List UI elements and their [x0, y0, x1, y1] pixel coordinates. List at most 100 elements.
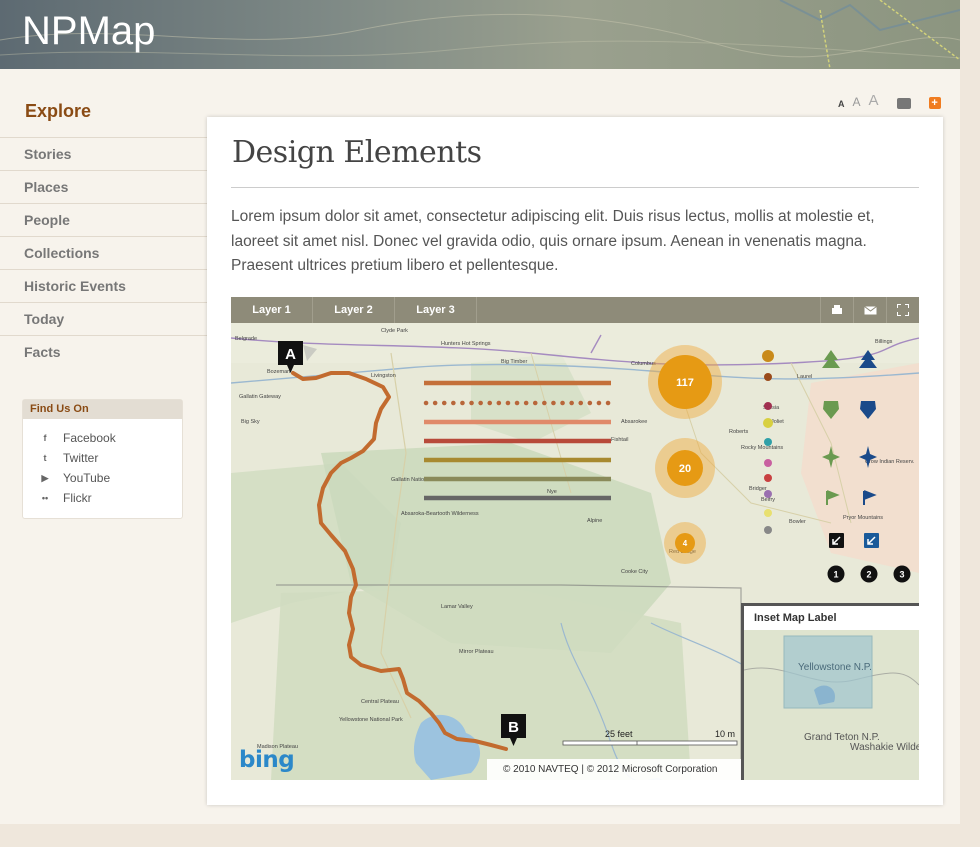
- cluster-count: 117: [676, 377, 694, 389]
- sidebar-item-people[interactable]: People: [0, 203, 207, 236]
- inset-map-label: Inset Map Label: [754, 612, 837, 624]
- social-links: f Facebook t Twitter ▶ YouTube •• Flickr: [23, 419, 182, 508]
- social-label: Facebook: [63, 431, 116, 445]
- scale-label-feet: 25 feet: [605, 729, 633, 739]
- numbered-marker-2[interactable]: 2: [860, 565, 878, 583]
- find-us-title: Find Us On: [23, 400, 182, 419]
- place-label: Alpine: [587, 518, 602, 524]
- dot-marker[interactable]: [764, 459, 772, 467]
- content-card: Design Elements Lorem ipsum dolor sit am…: [207, 117, 943, 805]
- site-header: NPMap: [0, 0, 960, 69]
- sidebar-item-facts[interactable]: Facts: [0, 335, 207, 368]
- place-label: Big Sky: [241, 419, 260, 425]
- place-label: Fishtail: [611, 437, 628, 443]
- place-label: Gallatin Gateway: [239, 394, 281, 400]
- dot-marker[interactable]: [762, 350, 774, 362]
- numbered-marker-1[interactable]: 1: [827, 565, 845, 583]
- social-link-facebook[interactable]: f Facebook: [39, 428, 182, 448]
- twitter-icon: t: [43, 453, 47, 463]
- tab-layer-3[interactable]: Layer 3: [395, 297, 477, 323]
- sidebar-item-collections[interactable]: Collections: [0, 236, 207, 269]
- scale-labels: 25 feet 10 m: [563, 729, 737, 749]
- cluster-marker-4[interactable]: 4: [664, 522, 706, 564]
- sidebar-item-places[interactable]: Places: [0, 170, 207, 203]
- place-label: Nye: [547, 489, 557, 495]
- marker-number: 3: [899, 570, 904, 580]
- dot-marker[interactable]: [764, 490, 772, 498]
- sidebar-item-stories[interactable]: Stories: [0, 137, 207, 170]
- page-title: Design Elements: [232, 135, 482, 170]
- dot-marker[interactable]: [764, 438, 772, 446]
- place-label: Crow Indian Reserv.: [865, 459, 915, 465]
- page-body: Explore Stories Places People Collection…: [0, 69, 960, 824]
- social-link-twitter[interactable]: t Twitter: [39, 448, 182, 468]
- flickr-icon: ••: [41, 493, 49, 503]
- pin-label: B: [508, 719, 519, 736]
- tab-layer-1[interactable]: Layer 1: [231, 297, 313, 323]
- sidebar-item-today[interactable]: Today: [0, 302, 207, 335]
- site-logo[interactable]: NPMap: [22, 9, 155, 54]
- cluster-marker-20[interactable]: 20: [655, 438, 715, 498]
- place-label: Clyde Park: [381, 328, 408, 334]
- fullscreen-icon[interactable]: [886, 297, 919, 323]
- page-footer-background: [0, 824, 980, 847]
- map-toolbar: Layer 1 Layer 2 Layer 3: [231, 297, 919, 323]
- place-label: Rocky Mountains: [741, 445, 783, 451]
- dot-marker[interactable]: [764, 474, 772, 482]
- place-label: Mirror Plateau: [459, 649, 494, 655]
- numbered-marker-3[interactable]: 3: [893, 565, 911, 583]
- title-divider: [231, 187, 919, 188]
- print-icon[interactable]: [896, 98, 911, 109]
- place-label: Roberts: [729, 429, 749, 435]
- dot-marker[interactable]: [764, 509, 772, 517]
- place-label: Cooke City: [621, 569, 648, 575]
- place-label: Joliet: [771, 419, 784, 425]
- inset-place-label: Washakie Wilderness: [850, 742, 919, 753]
- place-label: Belgrade: [235, 336, 257, 342]
- social-label: YouTube: [63, 471, 111, 485]
- find-us-box: Find Us On f Facebook t Twitter ▶ YouTub…: [22, 399, 183, 519]
- social-link-youtube[interactable]: ▶ YouTube: [39, 468, 182, 488]
- sidebar-title[interactable]: Explore: [25, 101, 91, 122]
- font-size-large-button[interactable]: A: [869, 92, 879, 109]
- place-label: Livingston: [371, 373, 396, 379]
- dot-marker[interactable]: [764, 526, 772, 534]
- inset-place-label: Yellowstone N.P.: [798, 662, 872, 673]
- dot-marker[interactable]: [764, 402, 772, 410]
- dot-marker[interactable]: [764, 373, 772, 381]
- arrow-marker-black-icon[interactable]: [829, 533, 844, 548]
- place-label: Yellowstone National Park: [339, 717, 403, 723]
- place-label: Bozeman: [267, 369, 290, 375]
- social-link-flickr[interactable]: •• Flickr: [39, 488, 182, 508]
- youtube-icon: ▶: [41, 472, 49, 483]
- social-label: Flickr: [63, 491, 92, 505]
- map-widget[interactable]: Layer 1 Layer 2 Layer 3 Belgrade Bozeman…: [231, 297, 919, 780]
- place-label: Absarokee: [621, 419, 647, 425]
- mail-icon[interactable]: [853, 297, 886, 323]
- social-label: Twitter: [63, 451, 99, 465]
- tab-layer-2[interactable]: Layer 2: [313, 297, 395, 323]
- scale-label-meters: 10 m: [714, 729, 735, 739]
- facebook-icon: f: [43, 433, 47, 443]
- font-size-small-button[interactable]: A: [838, 99, 845, 109]
- dot-marker[interactable]: [763, 418, 773, 428]
- pin-label: A: [285, 346, 296, 363]
- place-label: Big Timber: [501, 359, 527, 365]
- map-attribution: © 2010 NAVTEQ | © 2012 Microsoft Corpora…: [487, 759, 741, 780]
- arrow-marker-blue-icon[interactable]: [864, 533, 879, 548]
- inset-map[interactable]: Inset Map Label Yellowstone N.P. Grand T…: [741, 603, 919, 780]
- font-size-medium-button[interactable]: A: [853, 95, 861, 109]
- place-label: Absaroka-Beartooth Wilderness: [401, 511, 479, 517]
- print-icon[interactable]: [820, 297, 853, 323]
- cluster-count: 20: [679, 463, 691, 475]
- place-label: Bowler: [789, 519, 806, 525]
- cluster-marker-117[interactable]: 117: [648, 345, 722, 419]
- share-add-icon[interactable]: +: [928, 97, 941, 109]
- place-label: Lamar Valley: [441, 604, 473, 610]
- sidebar-item-historic-events[interactable]: Historic Events: [0, 269, 207, 302]
- place-label: Central Plateau: [361, 699, 399, 705]
- place-label: Billings: [875, 339, 893, 345]
- marker-number: 2: [866, 570, 871, 580]
- page-tools: A A A +: [838, 92, 941, 109]
- place-label: Hunters Hot Springs: [441, 341, 491, 347]
